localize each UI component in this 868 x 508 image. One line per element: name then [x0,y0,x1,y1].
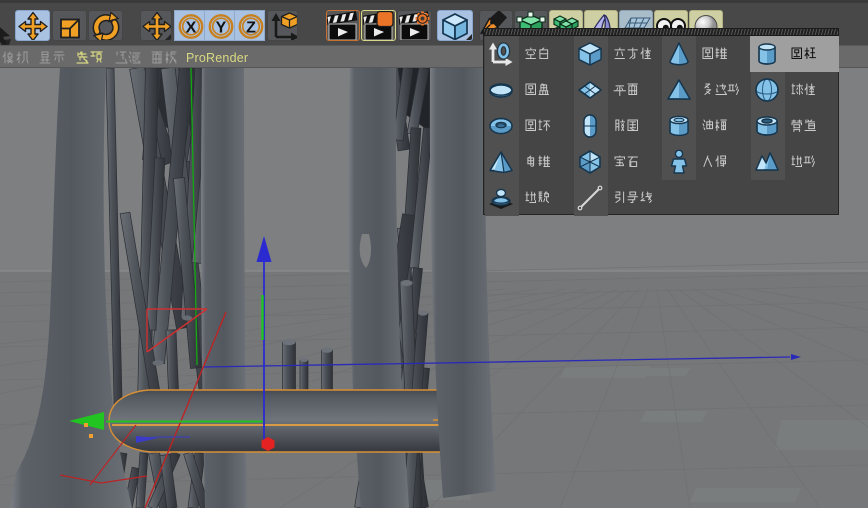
svg-text:Z: Z [246,20,256,37]
svg-text:X: X [186,20,197,37]
svg-text:Y: Y [216,20,227,37]
